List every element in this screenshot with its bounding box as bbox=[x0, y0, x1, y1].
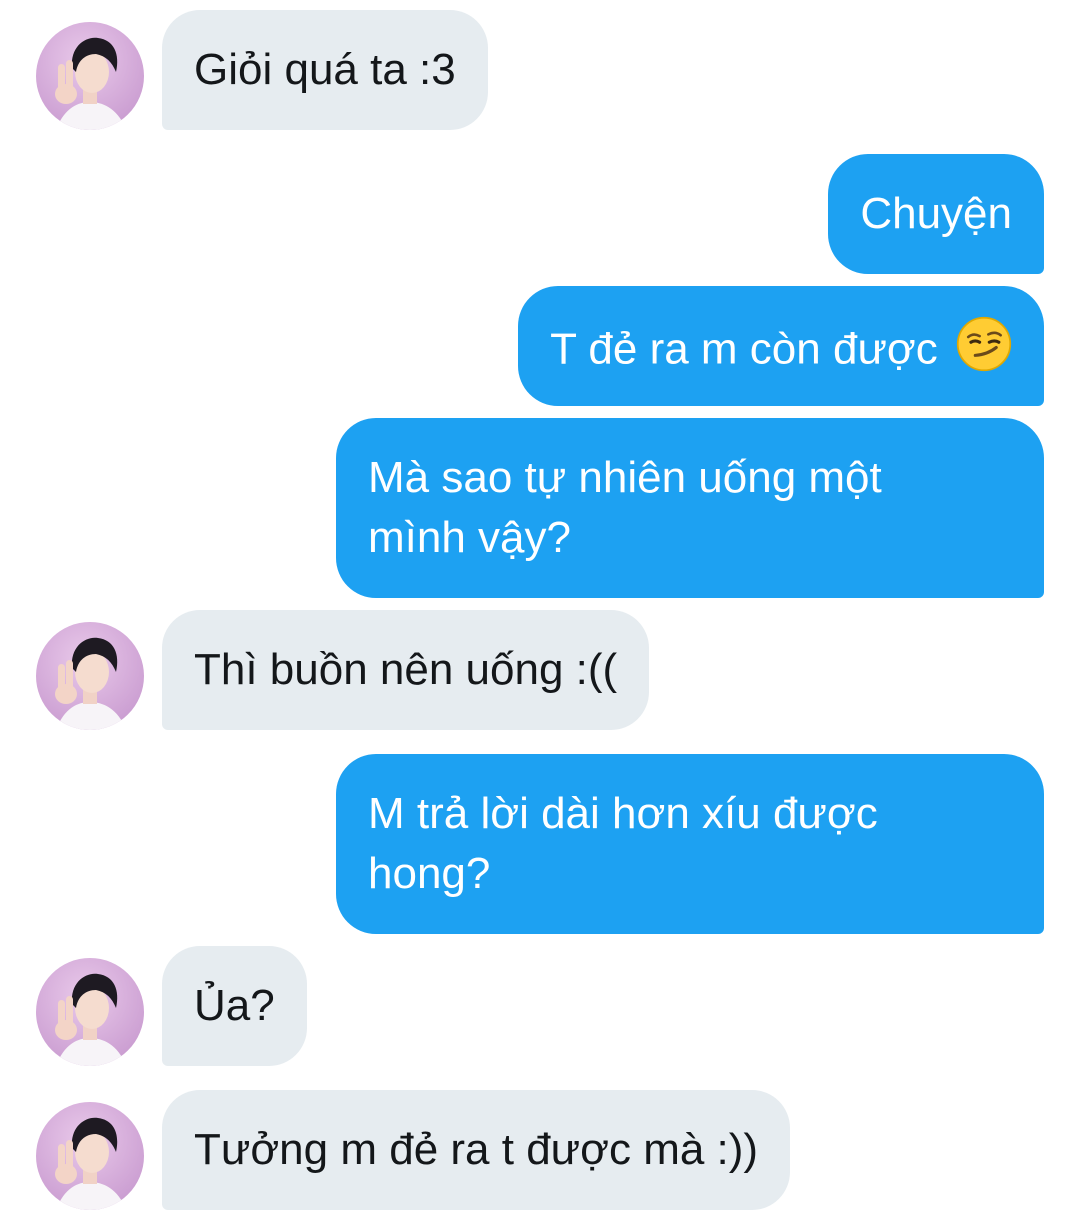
avatar[interactable] bbox=[36, 958, 144, 1066]
message-text: Giỏi quá ta :3 bbox=[194, 45, 456, 94]
outgoing-message-bubble[interactable]: M trả lời dài hơn xíu được hong? bbox=[336, 754, 1044, 934]
message-line: M trả lời dài hơn xíu được bbox=[368, 789, 878, 838]
outgoing-message-bubble[interactable]: Chuyện bbox=[828, 154, 1044, 274]
message-line: mình vậy? bbox=[368, 513, 571, 562]
avatar-image bbox=[36, 958, 144, 1066]
avatar[interactable] bbox=[36, 1102, 144, 1210]
incoming-message-bubble[interactable]: Ủa? bbox=[162, 946, 307, 1066]
message-text: Thì buồn nên uống :(( bbox=[194, 645, 618, 694]
message-text: Ủa? bbox=[194, 981, 275, 1030]
message-line: Mà sao tự nhiên uống một bbox=[368, 453, 882, 502]
avatar-image bbox=[36, 622, 144, 730]
incoming-message-bubble[interactable]: Tưởng m đẻ ra t được mà :)) bbox=[162, 1090, 791, 1210]
incoming-message-bubble[interactable]: Giỏi quá ta :3 bbox=[162, 10, 488, 130]
outgoing-message-bubble[interactable]: Mà sao tự nhiên uống một mình vậy? bbox=[336, 418, 1044, 598]
avatar-image bbox=[36, 1102, 144, 1210]
message-line: hong? bbox=[368, 849, 491, 898]
message-text: Tưởng m đẻ ra t được mà :)) bbox=[194, 1125, 759, 1174]
message-text: T đẻ ra m còn được bbox=[550, 324, 938, 374]
outgoing-message-bubble[interactable]: T đẻ ra m còn được bbox=[518, 286, 1044, 406]
avatar-image bbox=[36, 22, 144, 130]
avatar[interactable] bbox=[36, 22, 144, 130]
smirking-face-icon bbox=[956, 316, 1012, 388]
message-text: Chuyện bbox=[860, 189, 1012, 238]
avatar[interactable] bbox=[36, 622, 144, 730]
incoming-message-bubble[interactable]: Thì buồn nên uống :(( bbox=[162, 610, 650, 730]
